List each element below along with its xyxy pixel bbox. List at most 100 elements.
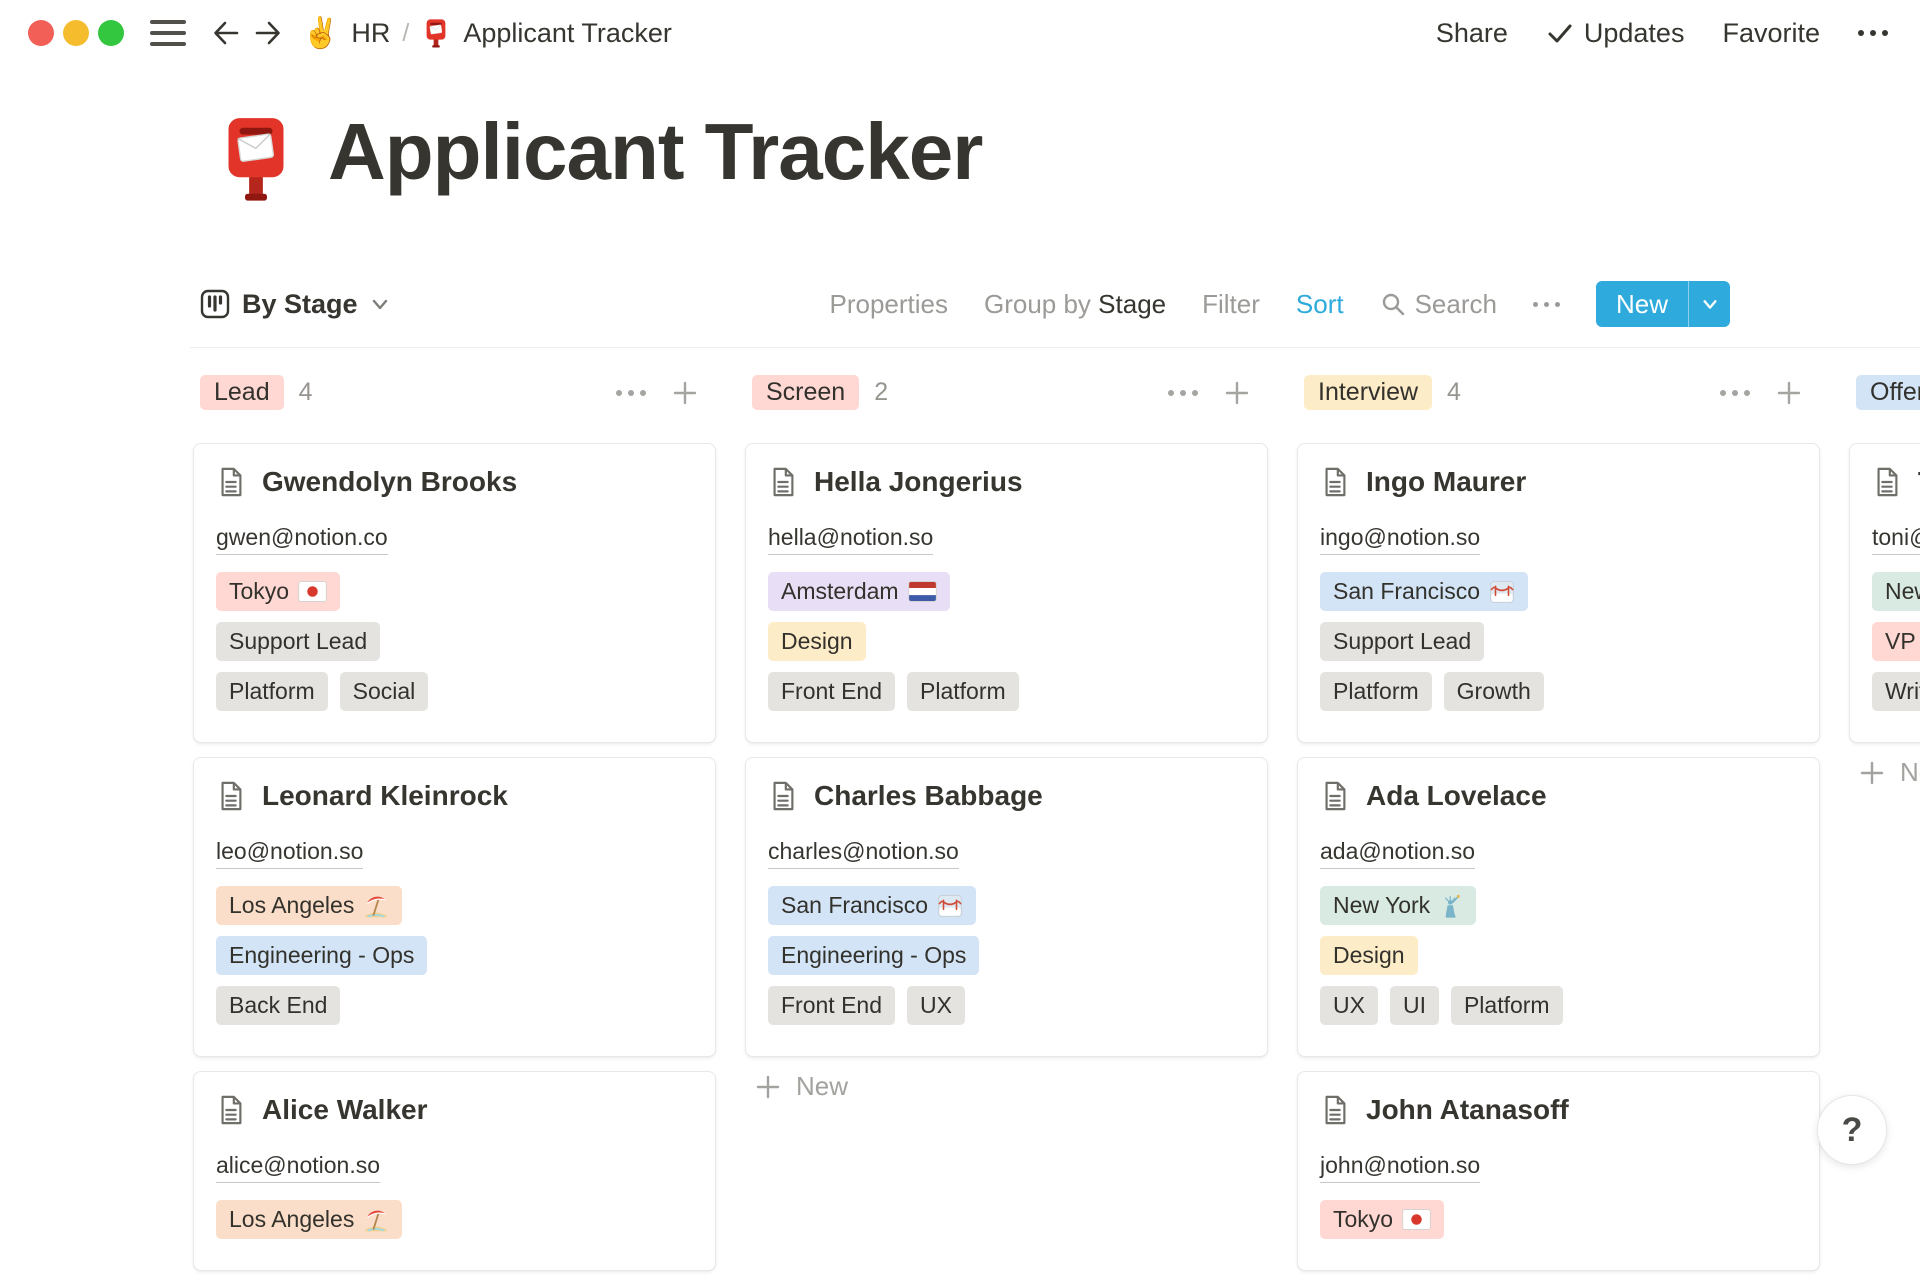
view-toolbar: By Stage Properties Group by Stage Filte… <box>200 276 1730 332</box>
tag: Design <box>1320 936 1418 975</box>
minimize-window-button[interactable] <box>63 20 89 46</box>
kanban-board: Lead4Gwendolyn Brooksgwen@notion.coTokyo… <box>193 372 1920 1285</box>
breadcrumb-page[interactable]: Applicant Tracker <box>463 18 672 49</box>
tag-label: Platform <box>229 676 315 707</box>
tag-row: VP <box>1872 622 1920 661</box>
tag-label: Design <box>1333 940 1405 971</box>
tag-label: San Francisco <box>781 890 928 921</box>
card-title: Alice Walker <box>262 1094 427 1126</box>
column-add-icon[interactable] <box>670 378 700 408</box>
stage-pill[interactable]: Screen <box>752 375 859 410</box>
favorite-button[interactable]: Favorite <box>1722 18 1820 49</box>
check-icon <box>1546 19 1574 47</box>
column-header: Interview4 <box>1297 372 1820 413</box>
applicant-card[interactable]: Ada Lovelace ada@notion.so New York Design U… <box>1297 757 1820 1057</box>
card-email[interactable]: alice@notion.so <box>216 1152 380 1183</box>
card-title: Ingo Maurer <box>1366 466 1526 498</box>
email-row: ada@notion.so <box>1320 838 1797 869</box>
plus-icon <box>1857 758 1887 788</box>
card-email[interactable]: ingo@notion.so <box>1320 524 1480 555</box>
tag-row: Front EndUX <box>768 986 1245 1025</box>
card-email[interactable]: gwen@notion.co <box>216 524 388 555</box>
column-more-icon[interactable] <box>616 390 646 396</box>
tag-row: Back End <box>216 986 693 1025</box>
applicant-card[interactable]: Ingo Maurer ingo@notion.so San Francisco Su… <box>1297 443 1820 743</box>
stage-pill[interactable]: Lead <box>200 375 284 410</box>
email-row: charles@notion.so <box>768 838 1245 869</box>
page-icon <box>216 465 246 499</box>
tag: San Francisco <box>1320 572 1528 611</box>
tag: Los Angeles <box>216 886 402 925</box>
card-title: Gwendolyn Brooks <box>262 466 517 498</box>
zoom-window-button[interactable] <box>98 20 124 46</box>
stage-pill[interactable]: Interview <box>1304 375 1432 410</box>
share-button[interactable]: Share <box>1436 18 1508 49</box>
tag-row: Tokyo <box>1320 1200 1797 1239</box>
help-button[interactable]: ? <box>1817 1095 1887 1165</box>
card-email[interactable]: leo@notion.so <box>216 838 363 869</box>
new-button[interactable]: New <box>1596 281 1730 327</box>
applicant-card[interactable]: Alice Walkeralice@notion.soLos Angeles <box>193 1071 716 1271</box>
liberty-icon <box>1439 893 1463 919</box>
card-email[interactable]: john@notion.so <box>1320 1152 1480 1183</box>
add-card-button[interactable]: New <box>1849 757 1920 788</box>
card-email[interactable]: hella@notion.so <box>768 524 933 555</box>
applicant-card[interactable]: Leonard Kleinrockleo@notion.soLos Angele… <box>193 757 716 1057</box>
tag-label: Amsterdam <box>781 576 899 607</box>
applicant-card[interactable]: Gwendolyn Brooksgwen@notion.coTokyoSuppo… <box>193 443 716 743</box>
beach-icon <box>363 1207 389 1233</box>
email-row: alice@notion.so <box>216 1152 693 1183</box>
card-title-row: Hella Jongerius <box>768 465 1245 499</box>
column-add-icon[interactable] <box>1774 378 1804 408</box>
card-title: Ada Lovelace <box>1366 780 1547 812</box>
card-title-row: John Atanasoff <box>1320 1093 1797 1127</box>
properties-button[interactable]: Properties <box>829 289 948 320</box>
email-row: john@notion.so <box>1320 1152 1797 1183</box>
back-icon[interactable] <box>208 15 244 51</box>
tag-label: Engineering - Ops <box>781 940 966 971</box>
applicant-card[interactable]: Ttoni@NewVPWrit <box>1849 443 1920 743</box>
forward-icon[interactable] <box>250 15 286 51</box>
group-by-value: Stage <box>1098 289 1166 319</box>
sort-button[interactable]: Sort <box>1296 289 1344 320</box>
add-card-button[interactable]: New <box>745 1071 1268 1102</box>
tag: Platform <box>1320 672 1432 711</box>
column-more-icon[interactable] <box>1168 390 1198 396</box>
filter-button[interactable]: Filter <box>1202 289 1260 320</box>
new-button-label[interactable]: New <box>1596 281 1688 327</box>
updates-button[interactable]: Updates <box>1546 18 1685 49</box>
postbox-icon <box>212 114 300 202</box>
add-card-label: New <box>1900 757 1920 788</box>
card-title-row: T <box>1872 465 1920 499</box>
tag: Growth <box>1444 672 1544 711</box>
applicant-card[interactable]: Charles Babbagecharles@notion.soSan Fran… <box>745 757 1268 1057</box>
card-email[interactable]: ada@notion.so <box>1320 838 1475 869</box>
view-more-options-icon[interactable] <box>1533 302 1560 307</box>
card-email[interactable]: charles@notion.so <box>768 838 959 869</box>
group-by-button[interactable]: Group by Stage <box>984 289 1166 320</box>
more-options-icon[interactable] <box>1858 30 1888 36</box>
search-button[interactable]: Search <box>1380 289 1497 320</box>
tag-label: Support Lead <box>1333 626 1471 657</box>
tag: Support Lead <box>216 622 380 661</box>
tag-label: VP <box>1885 626 1916 657</box>
applicant-card[interactable]: Hella Jongeriushella@notion.soAmsterdamD… <box>745 443 1268 743</box>
applicant-card[interactable]: John Atanasoff john@notion.so Tokyo <box>1297 1071 1820 1271</box>
tag: Writ <box>1872 672 1920 711</box>
topbar: ✌️ HR / Applicant Tracker Share Updates … <box>0 0 1920 66</box>
breadcrumb-workspace[interactable]: HR <box>351 18 390 49</box>
tag: UI <box>1390 986 1439 1025</box>
close-window-button[interactable] <box>28 20 54 46</box>
sidebar-toggle-icon[interactable] <box>150 20 186 46</box>
tag-row: New York <box>1320 886 1797 925</box>
email-row: leo@notion.so <box>216 838 693 869</box>
card-email[interactable]: toni@ <box>1872 524 1920 555</box>
new-button-chevron-icon[interactable] <box>1688 281 1730 327</box>
view-switcher[interactable]: By Stage <box>200 289 390 320</box>
page-title: Applicant Tracker <box>328 106 982 198</box>
column-more-icon[interactable] <box>1720 390 1750 396</box>
chevron-down-icon <box>370 294 390 314</box>
column-add-icon[interactable] <box>1222 378 1252 408</box>
stage-pill[interactable]: Offer <box>1856 375 1920 410</box>
tag-row: Amsterdam <box>768 572 1245 611</box>
